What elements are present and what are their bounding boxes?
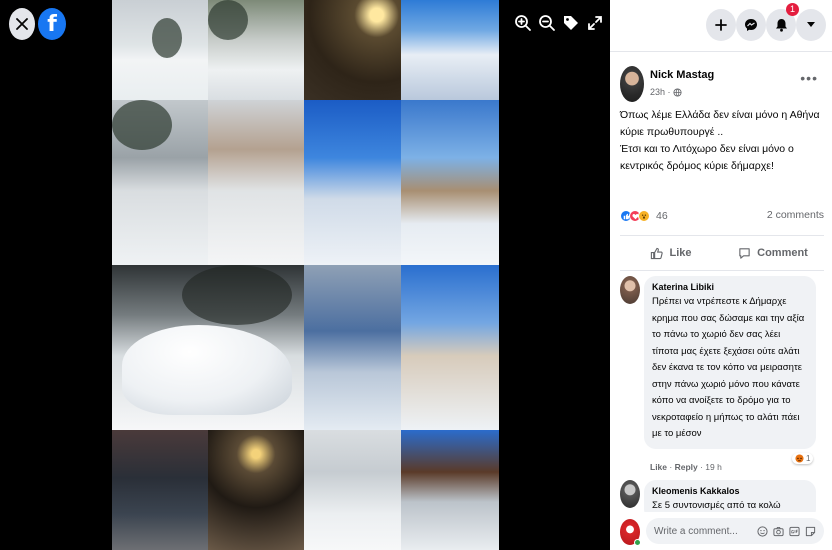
messenger-icon [745,19,757,31]
create-button[interactable] [706,9,736,41]
comments-count[interactable]: 2 comments [767,209,824,221]
photo-collage[interactable] [112,0,499,550]
photo-shoveled-path [304,265,401,430]
tag-button[interactable] [560,12,582,34]
comment-button[interactable]: Comment [722,236,824,270]
photo-blue-sky-street [304,100,401,265]
comment-reaction-count: 1 [806,454,811,463]
reactions-summary[interactable]: 46 [620,206,668,226]
post-header: Nick Mastag 23h · ••• [620,66,824,106]
comment-item: Katerina Libiki Πρέπει να ντρέπεστε κ Δή… [620,276,824,476]
comment-text: Πρέπει να ντρέπεστε κ Δήμαρχε κρημα που … [652,296,805,439]
plus-icon [715,19,727,31]
fullscreen-button[interactable] [584,12,606,34]
post-time[interactable]: 23h · [650,87,671,97]
comment-text: Σε 5 συντονισμές από τα κολώ [652,500,781,511]
author-name[interactable]: Nick Mastag [650,69,714,81]
bell-icon [775,19,787,32]
account-menu-button[interactable] [796,9,826,41]
photo-snowy-street [208,0,304,100]
comment-reaction[interactable]: 1 [792,453,814,464]
photo-snowy-alley [401,0,499,100]
photo-snowy-buildings [401,265,499,430]
fullscreen-icon [588,16,602,30]
comment-input[interactable]: Write a comment... [646,518,824,544]
angry-reaction-icon [795,454,804,463]
top-bar: 1 [610,0,832,52]
thumbs-up-icon [651,247,664,259]
comment-item: Kleomenis Kakkalos Σε 5 συντονισμές από … [620,480,824,512]
more-options-icon[interactable]: ••• [800,70,818,86]
photo-night-snowfall [112,430,208,550]
caret-down-icon [807,22,815,27]
zoom-in-icon [515,15,531,31]
camera-icon[interactable] [773,526,784,537]
post-meta: 23h · [650,87,682,97]
composer-icons [757,525,816,537]
facebook-logo[interactable]: f [38,8,66,40]
reaction-count: 46 [656,210,668,222]
wow-reaction-icon [638,210,650,222]
close-button[interactable] [9,8,35,40]
zoom-out-button[interactable] [536,12,558,34]
photo-mountain-view [401,100,499,265]
photo-viewer: f [0,0,610,550]
comment-actions: Like · Reply · 19 h [650,462,722,472]
author-avatar[interactable] [620,66,644,102]
comment-icon [739,247,750,259]
comment-composer: Write a comment... [610,512,832,550]
viewer-toolbar [512,12,606,34]
photo-parked-cars [401,430,499,550]
gif-icon[interactable] [789,526,800,537]
comment-like-link[interactable]: Like [650,462,667,472]
post-sidebar: 1 Nick Mastag 23h · ••• Όπως λέμε Ελλάδα… [610,0,832,550]
post-actions: Like Comment [620,235,824,271]
comment-label: Comment [757,247,808,259]
comment-time[interactable]: 19 h [705,462,722,472]
notification-badge: 1 [786,3,799,16]
zoom-out-icon [539,15,555,31]
photo-snow-tracks [208,100,304,265]
commenter-avatar[interactable] [620,480,640,508]
photo-snowy-square [112,0,208,100]
globe-icon [672,87,682,97]
photo-snow-covered-car [112,265,304,430]
photo-night-shop [304,0,401,100]
online-status-dot [634,539,641,546]
post-text-line-1: Όπως λέμε Ελλάδα δεν είναι μόνο η Αθήνα … [620,109,820,138]
tag-icon [564,16,578,30]
comment-placeholder: Write a comment... [654,525,738,537]
post-text: Όπως λέμε Ελλάδα δεν είναι μόνο η Αθήνα … [620,107,824,175]
post-text-line-2: Έτσι και το Λιτόχωρο δεν είναι μόνο ο κε… [620,143,794,172]
commenter-name[interactable]: Katerina Libiki [652,282,808,292]
emoji-icon[interactable] [757,525,768,537]
comment-bubble: Kleomenis Kakkalos Σε 5 συντονισμές από … [644,480,816,512]
commenter-avatar[interactable] [620,276,640,304]
like-label: Like [669,247,692,259]
close-icon [16,18,28,30]
sticker-icon[interactable] [805,526,816,537]
zoom-in-button[interactable] [512,12,534,34]
photo-night-road [208,430,304,550]
commenter-name[interactable]: Kleomenis Kakkalos [652,486,808,496]
photo-fenced-path [304,430,401,550]
photo-snowy-road [112,100,208,265]
comment-reply-link[interactable]: Reply [675,462,698,472]
comment-bubble: Katerina Libiki Πρέπει να ντρέπεστε κ Δή… [644,276,816,449]
like-button[interactable]: Like [620,236,722,270]
messenger-button[interactable] [736,9,766,41]
